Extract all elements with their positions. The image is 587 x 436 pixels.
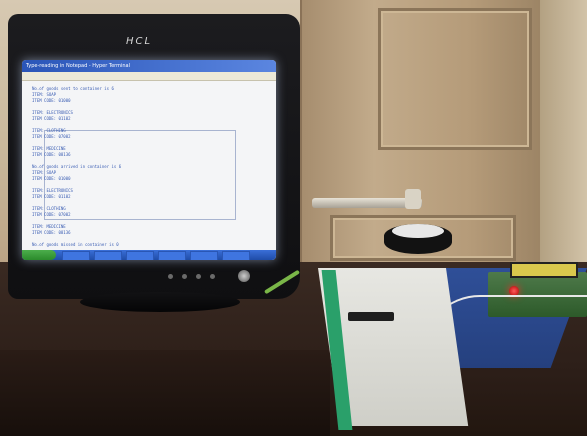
power-button[interactable]: [238, 270, 250, 282]
crt-monitor: HCL Type-reading in Notepad - Hyper Term…: [8, 14, 300, 299]
taskbar-item[interactable]: [158, 251, 186, 260]
monitor-stand: [80, 292, 240, 312]
door-panel-top: [378, 8, 532, 150]
monitor-button[interactable]: [196, 274, 201, 279]
monitor-brand: HCL: [126, 36, 153, 47]
start-button[interactable]: [22, 250, 56, 260]
window-titlebar[interactable]: Type-reading in Notepad - Hyper Terminal: [22, 60, 276, 72]
monitor-button[interactable]: [168, 274, 173, 279]
taskbar-item[interactable]: [190, 251, 218, 260]
monitor-screen: Type-reading in Notepad - Hyper Terminal…: [22, 60, 276, 260]
taskbar-item[interactable]: [94, 251, 122, 260]
taskbar-item[interactable]: [62, 251, 90, 260]
terminal-text: No.of goods sent to container is 6 ITEM:…: [32, 86, 264, 247]
terminal-line: No.of goods missed in container is 0: [32, 242, 119, 247]
ic-chip: [348, 312, 394, 321]
taskbar-item[interactable]: [126, 251, 154, 260]
desk-front: [0, 350, 330, 436]
monitor-button[interactable]: [210, 274, 215, 279]
taskbar-item[interactable]: [222, 251, 250, 260]
lcd-display: [510, 262, 578, 278]
tape-roll-top: [392, 224, 444, 238]
monitor-button[interactable]: [182, 274, 187, 279]
window-menubar[interactable]: [22, 72, 276, 81]
door-bolt-knob: [405, 189, 421, 209]
wall-pillar: [540, 0, 587, 270]
